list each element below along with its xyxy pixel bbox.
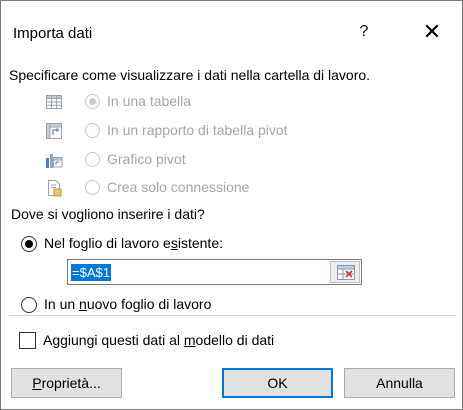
add-to-data-model-label[interactable]: Aggiungi questi dati al modello di dati [43,332,274,348]
data-model-label-post: odello di dati [195,332,275,348]
pivot-table-option-label: In un rapporto di tabella pivot [107,122,288,138]
cell-reference-value: =$A$1 [71,264,111,281]
properties-button[interactable]: Proprietà... [11,368,122,398]
new-label-accesskey: n [79,296,87,312]
cell-reference-input[interactable]: =$A$1 [67,259,362,285]
range-selector-button[interactable] [330,261,360,283]
connection-only-option-label: Crea solo connessione [107,179,250,195]
existing-worksheet-label[interactable]: Nel foglio di lavoro esistente: [44,235,223,251]
collapse-range-icon [337,265,355,280]
pivot-table-radio[interactable] [85,123,100,138]
existing-label-post: istente: [177,235,223,251]
close-button[interactable]: ✕ [409,13,455,51]
new-worksheet-label[interactable]: In un nuovo foglio di lavoro [44,296,211,312]
cancel-button[interactable]: Annulla [344,368,455,398]
import-data-dialog: Importa dati ? ✕ Specificare come visual… [0,0,463,410]
pivot-chart-option-label: Grafico pivot [107,151,186,167]
pivot-chart-radio[interactable] [85,152,100,167]
instruction-text: Specificare come visualizzare i dati nel… [9,67,371,83]
option-pivot-chart: Grafico pivot [45,150,345,170]
location-prompt: Dove si vogliono inserire i dati? [11,206,205,222]
option-connection-only: Crea solo connessione [45,178,345,198]
new-label-pre: In un [44,296,80,312]
divider [9,315,456,316]
existing-label-pre: Nel foglio di lavoro e [44,235,171,251]
properties-label-rest: roprietà... [41,375,101,391]
properties-accesskey: P [32,375,42,391]
table-radio[interactable] [85,94,100,109]
title-bar: Importa dati ? ✕ [1,1,462,57]
data-model-label-pre: Aggiungi questi dati al [43,332,184,348]
connection-only-radio[interactable] [85,180,100,195]
new-worksheet-radio[interactable] [21,297,37,313]
option-table: In una tabella [45,92,345,112]
option-pivot-table: In un rapporto di tabella pivot [45,121,345,141]
table-option-label: In una tabella [107,93,192,109]
dialog-title: Importa dati [13,25,93,42]
existing-label-accesskey: s [170,235,178,251]
existing-worksheet-radio[interactable] [21,236,37,252]
new-label-post: uovo foglio di lavoro [86,296,212,312]
connection-only-icon [45,179,63,197]
help-button[interactable]: ? [341,13,387,51]
data-model-label-accesskey: m [183,332,196,348]
table-icon [45,93,63,111]
ok-button[interactable]: OK [222,368,333,398]
add-to-data-model-checkbox[interactable] [19,332,36,349]
pivot-chart-icon [45,151,63,169]
pivot-table-icon [45,122,63,140]
